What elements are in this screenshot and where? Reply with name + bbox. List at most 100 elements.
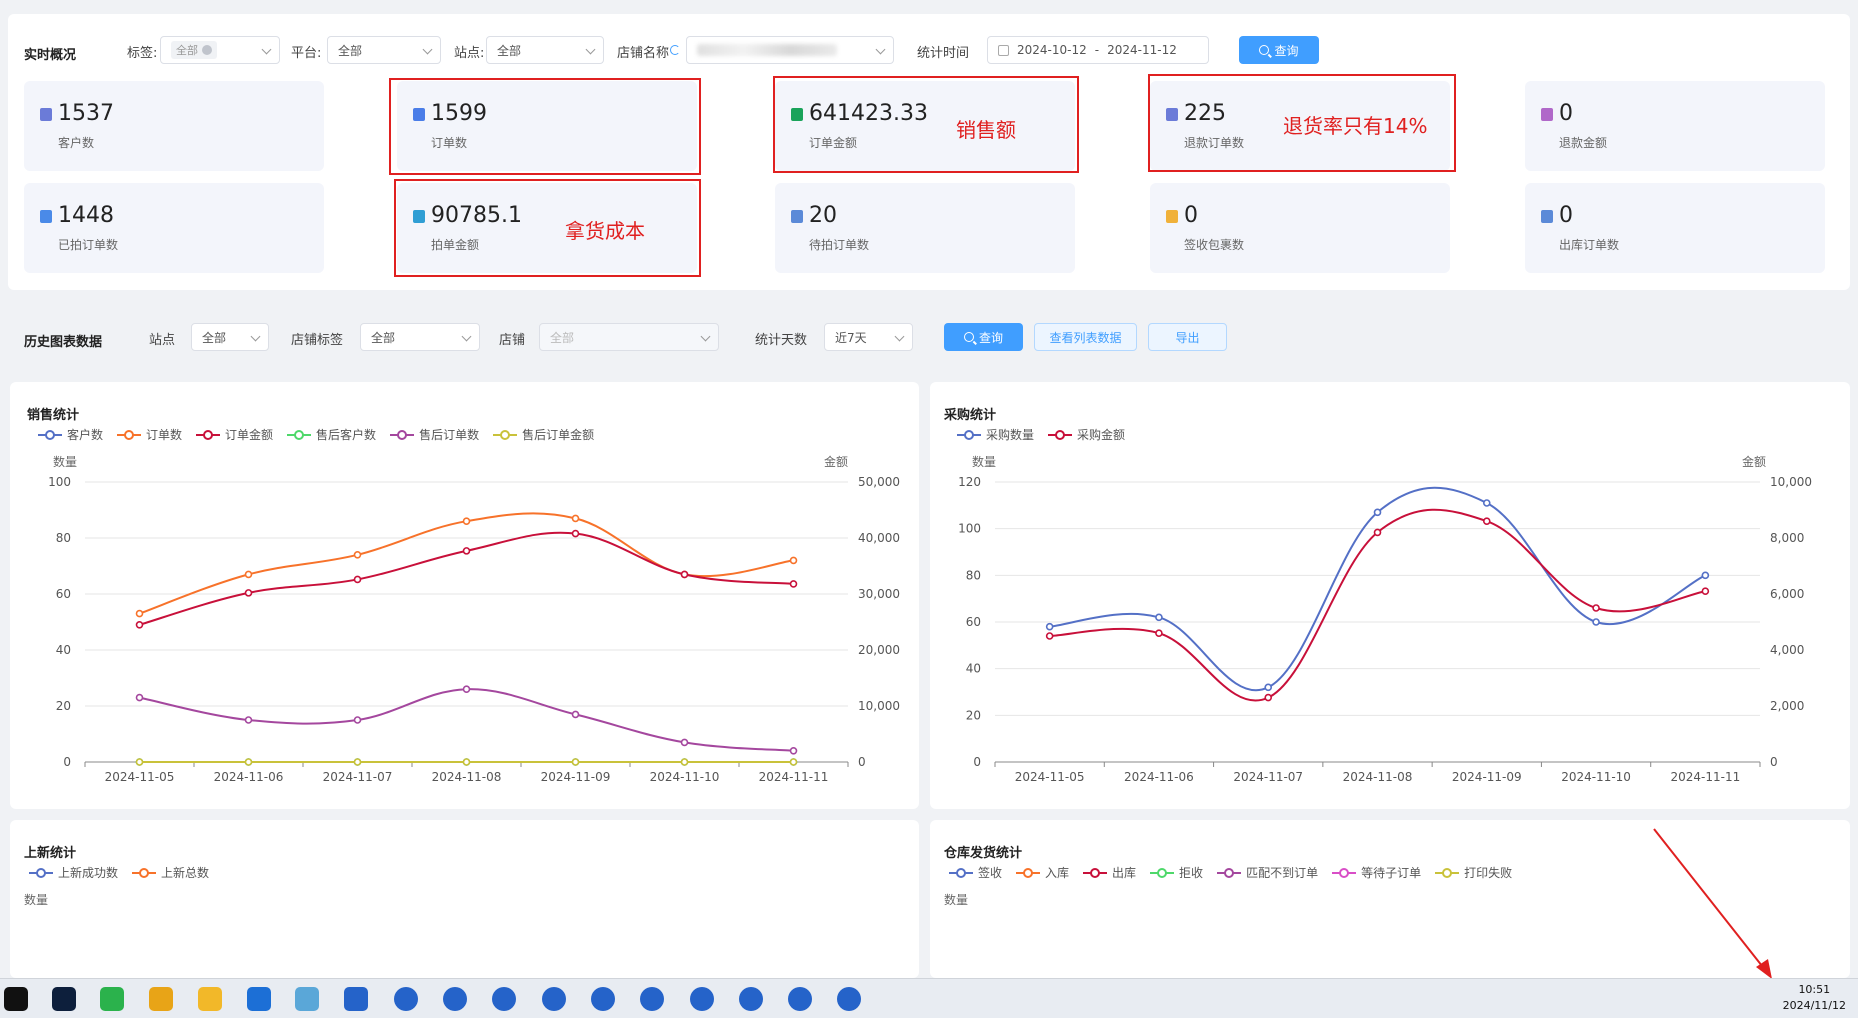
history-query-button[interactable]: 查询 <box>944 323 1023 351</box>
history-shop-tag-select[interactable]: 全部 <box>360 323 480 351</box>
date-end[interactable]: 2024-11-12 <box>1107 43 1177 57</box>
data-point[interactable] <box>1045 622 1054 631</box>
browser-icon[interactable] <box>837 987 861 1011</box>
legend-item[interactable]: 入库 <box>1016 864 1069 881</box>
date-start[interactable]: 2024-10-12 <box>1017 43 1087 57</box>
data-point[interactable] <box>1592 618 1600 626</box>
history-shop-select[interactable]: 全部 <box>539 323 719 351</box>
legend-item[interactable]: 客户数 <box>38 426 103 443</box>
shop-filter-select[interactable] <box>686 36 894 64</box>
data-point[interactable] <box>1264 683 1273 692</box>
legend-item[interactable]: 等待子订单 <box>1332 864 1421 881</box>
data-point[interactable] <box>135 609 144 618</box>
legend-item[interactable]: 上新成功数 <box>29 864 118 881</box>
data-point[interactable] <box>680 738 689 747</box>
data-point[interactable] <box>789 758 798 766</box>
data-point[interactable] <box>789 556 798 565</box>
legend-item[interactable]: 打印失败 <box>1435 864 1512 881</box>
data-point[interactable] <box>462 547 471 555</box>
tag-filter-select[interactable]: 全部 <box>160 36 280 64</box>
data-point[interactable] <box>244 589 253 597</box>
browser-icon[interactable] <box>788 987 812 1011</box>
tag-pill[interactable]: 全部 <box>171 41 217 59</box>
capcut-icon[interactable] <box>4 987 28 1011</box>
data-point[interactable] <box>1482 517 1491 525</box>
data-point[interactable] <box>1701 587 1710 595</box>
new-listing-chart-legend: 上新成功数 上新总数 <box>29 864 209 881</box>
legend-item[interactable]: 售后订单金额 <box>493 426 594 443</box>
data-point[interactable] <box>353 551 362 559</box>
data-point[interactable] <box>244 716 253 724</box>
data-point[interactable] <box>680 758 689 766</box>
browser-icon[interactable] <box>394 987 418 1011</box>
data-point[interactable] <box>1701 571 1710 580</box>
taskbar-clock[interactable]: 10:51 2024/11/12 <box>1783 982 1846 1014</box>
data-point[interactable] <box>571 529 580 538</box>
site-filter-select[interactable]: 全部 <box>486 36 604 64</box>
data-point[interactable] <box>789 746 798 755</box>
app-icon[interactable] <box>247 987 271 1011</box>
data-point[interactable] <box>1155 613 1163 622</box>
legend-item[interactable]: 拒收 <box>1150 864 1203 881</box>
folder-icon[interactable] <box>198 987 222 1011</box>
realtime-query-button[interactable]: 查询 <box>1239 36 1319 64</box>
browser-icon[interactable] <box>492 987 516 1011</box>
wechat-icon[interactable] <box>100 987 124 1011</box>
tag-remove-icon[interactable] <box>202 45 212 55</box>
view-list-button[interactable]: 查看列表数据 <box>1034 323 1137 351</box>
data-point[interactable] <box>353 716 362 724</box>
browser-icon[interactable] <box>640 987 664 1011</box>
notepad-icon[interactable] <box>295 987 319 1011</box>
data-point[interactable] <box>462 685 471 693</box>
date-range-picker[interactable]: 2024-10-12 - 2024-11-12 <box>987 36 1209 64</box>
data-point[interactable] <box>1155 629 1163 637</box>
browser-icon[interactable] <box>443 987 467 1011</box>
history-days-select[interactable]: 近7天 <box>824 323 913 351</box>
legend-item[interactable]: 上新总数 <box>132 864 209 881</box>
legend-item[interactable]: 签收 <box>949 864 1002 881</box>
data-point[interactable] <box>462 758 471 766</box>
stat-card-value: 1448 <box>58 203 114 228</box>
legend-dot <box>1442 867 1453 878</box>
data-point[interactable] <box>1373 508 1382 517</box>
data-point[interactable] <box>135 758 144 766</box>
legend-item[interactable]: 订单数 <box>117 426 182 443</box>
browser-icon[interactable] <box>591 987 615 1011</box>
data-point[interactable] <box>353 758 362 766</box>
browser-icon[interactable] <box>344 987 368 1011</box>
legend-item[interactable]: 出库 <box>1083 864 1136 881</box>
data-point[interactable] <box>244 570 253 579</box>
browser-icon[interactable] <box>690 987 714 1011</box>
legend-item[interactable]: 匹配不到订单 <box>1217 864 1318 881</box>
stat-card: 0 签收包裹数 <box>1150 183 1450 273</box>
legend-item[interactable]: 售后客户数 <box>287 426 376 443</box>
photoshop-icon[interactable] <box>52 987 76 1011</box>
data-point[interactable] <box>1045 632 1054 640</box>
data-point[interactable] <box>680 570 689 579</box>
legend-item[interactable]: 采购数量 <box>957 426 1034 443</box>
data-point[interactable] <box>1592 604 1600 612</box>
data-point[interactable] <box>353 575 362 584</box>
refresh-icon[interactable] <box>670 45 680 55</box>
legend-item[interactable]: 售后订单数 <box>390 426 479 443</box>
data-point[interactable] <box>571 514 580 523</box>
chrome-icon[interactable] <box>149 987 173 1011</box>
platform-filter-select[interactable]: 全部 <box>327 36 441 64</box>
data-point[interactable] <box>1373 528 1382 537</box>
data-point[interactable] <box>1264 693 1273 702</box>
legend-item[interactable]: 采购金额 <box>1048 426 1125 443</box>
export-button[interactable]: 导出 <box>1148 323 1227 351</box>
browser-icon[interactable] <box>739 987 763 1011</box>
history-site-select[interactable]: 全部 <box>191 323 269 351</box>
legend-line-icon <box>29 867 53 878</box>
legend-item[interactable]: 订单金额 <box>196 426 273 443</box>
data-point[interactable] <box>244 758 253 766</box>
data-point[interactable] <box>462 517 471 525</box>
data-point[interactable] <box>571 758 580 766</box>
data-point[interactable] <box>1482 499 1491 507</box>
data-point[interactable] <box>135 693 144 702</box>
browser-icon[interactable] <box>542 987 566 1011</box>
data-point[interactable] <box>135 621 144 629</box>
data-point[interactable] <box>789 580 798 588</box>
data-point[interactable] <box>571 710 580 719</box>
